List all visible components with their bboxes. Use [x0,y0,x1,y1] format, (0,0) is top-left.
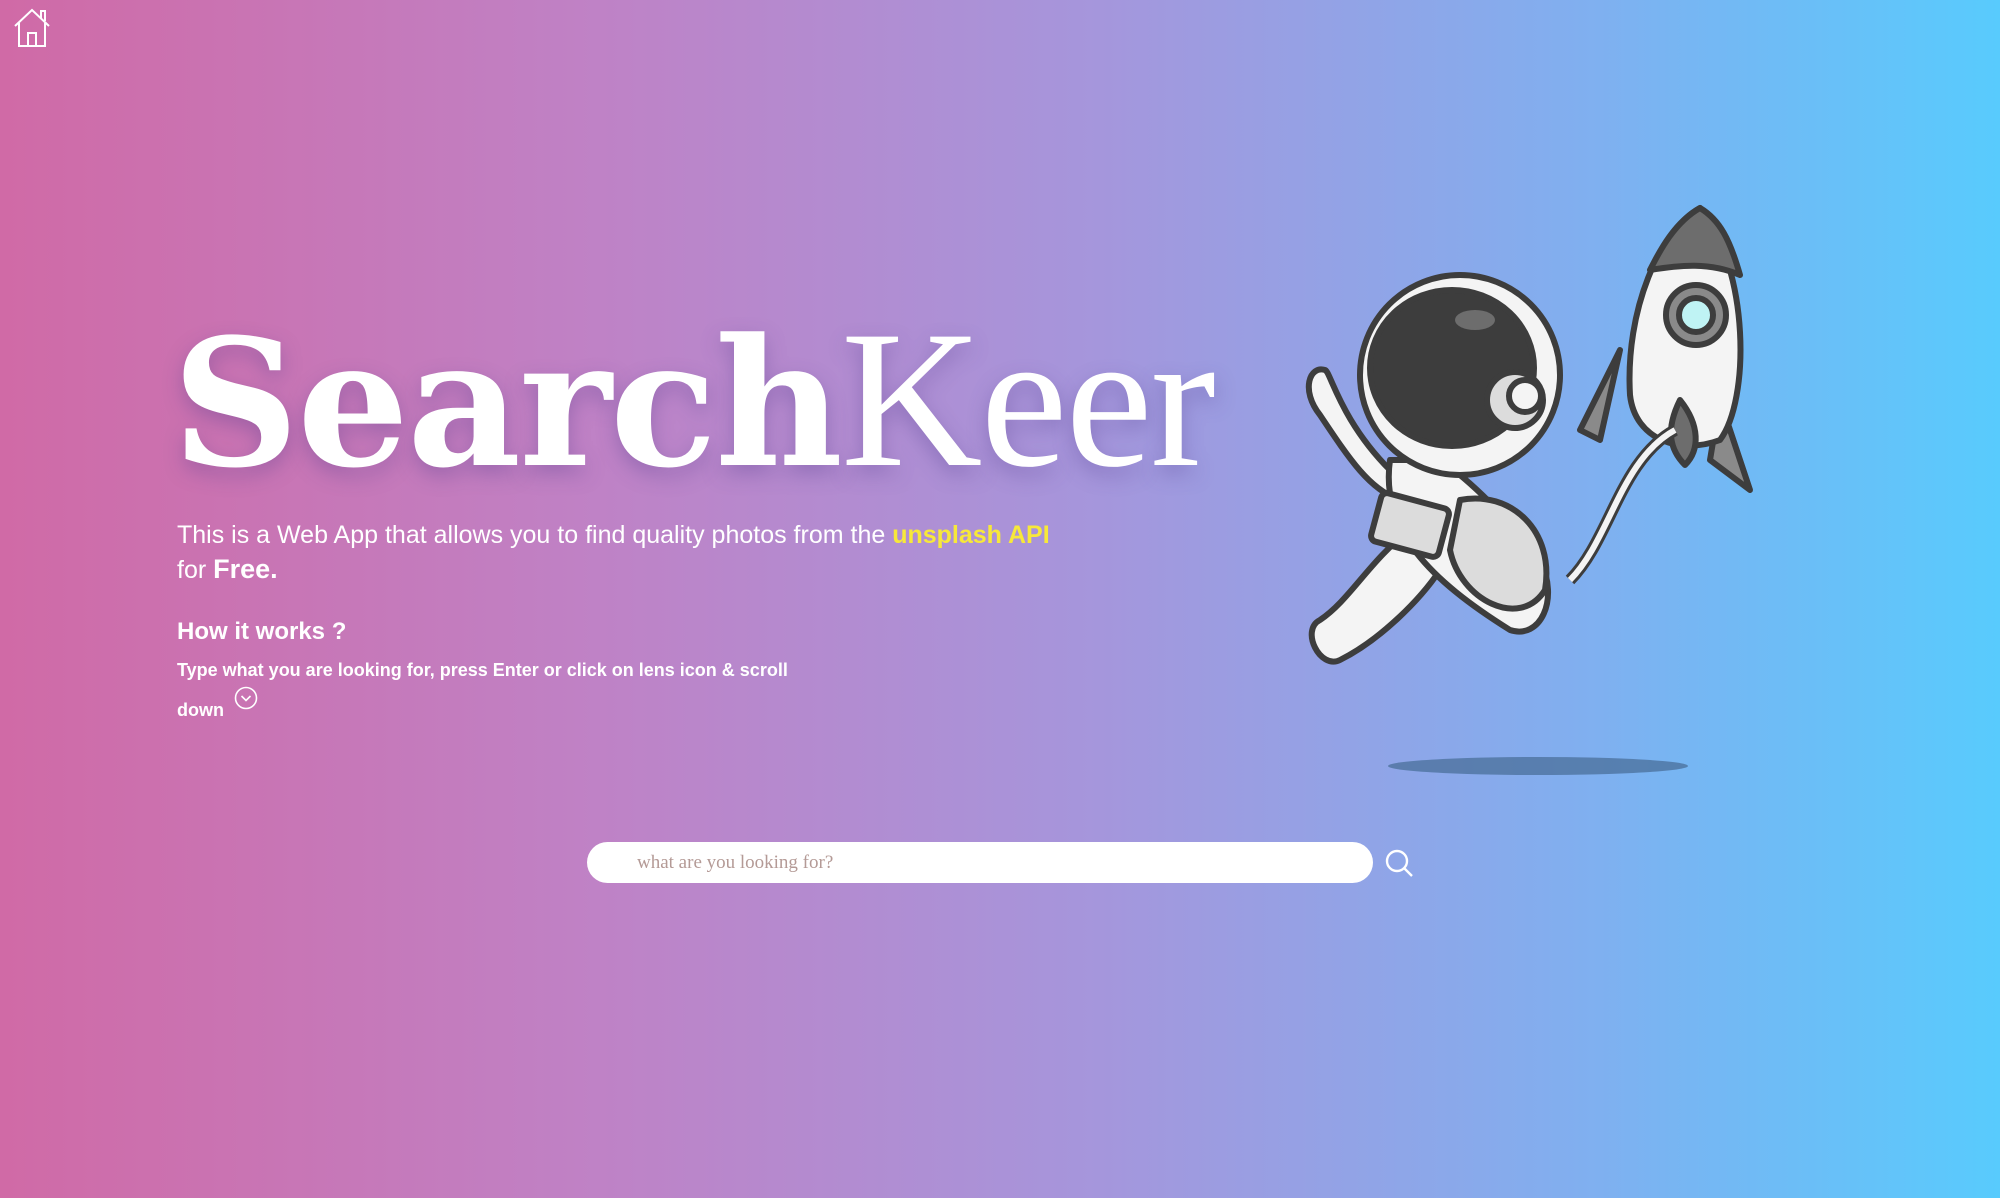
app-title: SearchKeer [172,300,1216,507]
app-description: This is a Web App that allows you to fin… [177,518,1157,587]
how-it-works-heading: How it works ? [177,618,347,645]
home-icon [14,8,50,47]
home-button[interactable] [12,6,52,48]
astronaut-rocket-illustration [1305,205,1753,775]
unsplash-api-link[interactable]: unsplash API [892,521,1049,549]
how-it-works-text: Type what you are looking for, press Ent… [177,654,837,726]
title-light: Keer [840,291,1216,508]
search-input[interactable] [587,842,1373,883]
instructions: Type what you are looking for, press Ent… [177,660,788,720]
search-icon[interactable] [1384,848,1414,878]
description-text: This is a Web App that allows you to fin… [177,521,893,549]
chevron-down-circle-icon[interactable] [234,686,258,710]
description-for: for [177,556,214,584]
title-bold: Search [172,300,843,507]
description-free: Free. [213,554,278,584]
